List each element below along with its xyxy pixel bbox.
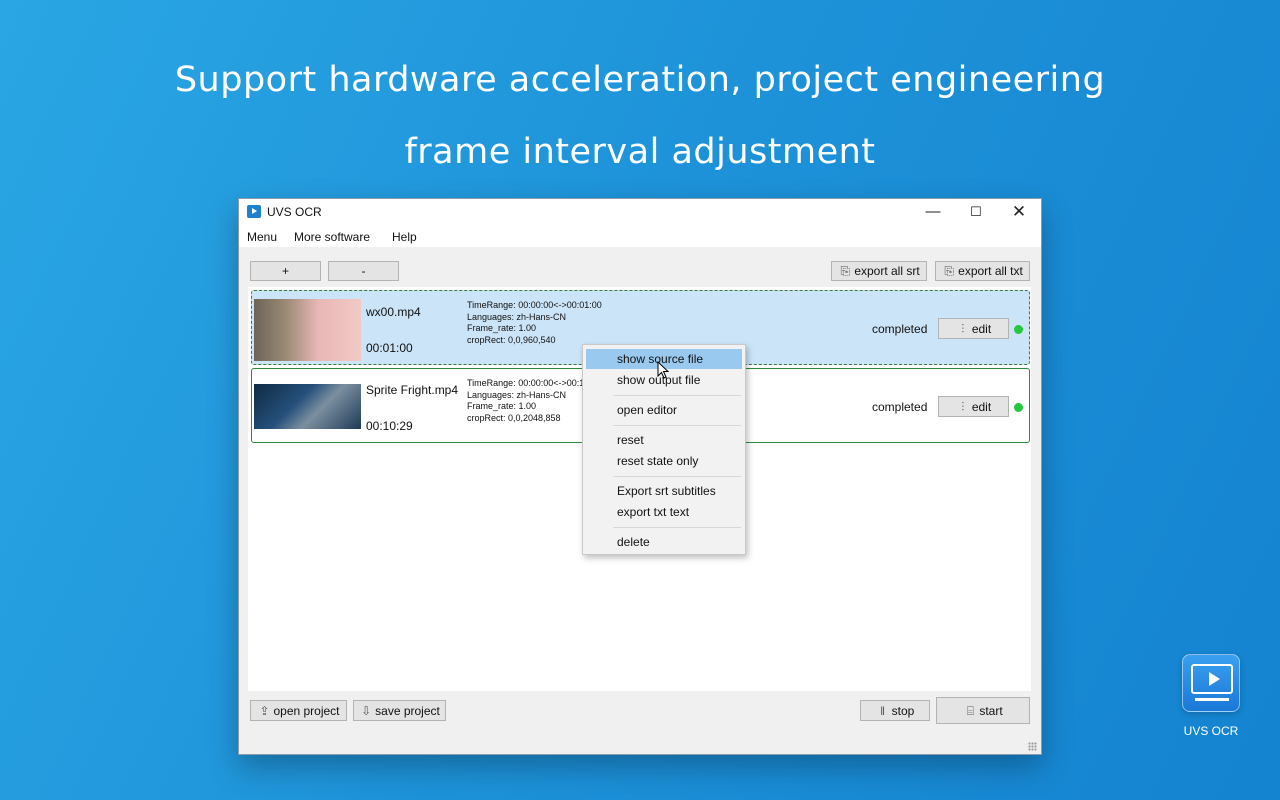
export-icon: ⎘ (840, 264, 851, 278)
save-project-button[interactable]: ⇩ save project (353, 700, 446, 721)
time-range: TimeRange: 00:00:00<->00:1 (467, 378, 585, 388)
play-screen-icon (1191, 664, 1233, 694)
menu-item-delete[interactable]: delete (586, 532, 742, 552)
menu-item-menu[interactable]: Menu (247, 230, 277, 244)
frame-rate: Frame_rate: 1.00 (467, 323, 537, 333)
title-bar[interactable]: UVS OCR — ☐ ✕ (239, 199, 1041, 227)
remove-label: - (361, 264, 366, 278)
open-project-icon: ⇪ (259, 703, 270, 718)
video-thumbnail (254, 299, 361, 361)
export-icon: ⎘ (944, 264, 954, 278)
edit-button[interactable]: ⫶ edit (938, 318, 1009, 339)
pause-icon: ‖ (880, 703, 886, 718)
minimize-button[interactable]: — (911, 199, 955, 227)
add-label: + (281, 264, 289, 278)
menu-bar: Menu More software Help (239, 227, 1041, 247)
edit-label: edit (971, 321, 992, 336)
status-text: completed (872, 322, 928, 336)
menu-item-help[interactable]: Help (392, 230, 417, 244)
app-logo-icon (247, 205, 261, 218)
open-project-button[interactable]: ⇪ open project (250, 700, 347, 721)
status-text: completed (872, 400, 928, 414)
menu-item-export-srt-subtitles[interactable]: Export srt subtitles (586, 481, 742, 501)
languages: Languages: zh-Hans-CN (467, 389, 567, 400)
menu-separator (613, 425, 741, 426)
languages: Languages: zh-Hans-CN (467, 311, 567, 322)
file-name: Sprite Fright.mp4 (366, 383, 459, 397)
export-all-srt-label: export all srt (854, 264, 920, 278)
export-all-srt-button[interactable]: ⎘ export all srt (831, 261, 927, 281)
frame-rate: Frame_rate: 1.00 (467, 401, 537, 411)
open-project-label: open project (273, 703, 340, 718)
crop-rect: cropRect: 0,0,2048,858 (467, 412, 561, 423)
resize-grip[interactable] (1028, 742, 1037, 751)
maximize-button[interactable]: ☐ (954, 199, 998, 227)
save-project-label: save project (375, 703, 440, 718)
mouse-cursor-icon (657, 361, 669, 379)
export-all-txt-button[interactable]: ⎘ export all txt (935, 261, 1030, 281)
icon-bar (1195, 698, 1229, 701)
start-button[interactable]: ⌸ start (936, 697, 1030, 724)
add-file-button[interactable]: + (250, 261, 321, 281)
file-duration: 00:01:00 (366, 341, 413, 355)
close-button[interactable]: ✕ (997, 199, 1041, 227)
video-thumbnail (254, 384, 361, 429)
menu-item-more-software[interactable]: More software (294, 230, 370, 244)
time-range: TimeRange: 00:00:00<->00:01:00 (467, 300, 602, 310)
file-meta: TimeRange: 00:00:00<->00:1 Languages: zh… (467, 378, 584, 424)
scan-icon: ⌸ (966, 703, 974, 718)
sliders-icon: ⫶ (961, 399, 965, 414)
sliders-icon: ⫶ (961, 321, 965, 336)
menu-separator (613, 395, 741, 396)
status-dot (1014, 403, 1023, 412)
file-meta: TimeRange: 00:00:00<->00:01:00 Languages… (467, 300, 602, 346)
window-title: UVS OCR (267, 205, 322, 219)
headline-line-2: frame interval adjustment (404, 132, 876, 172)
menu-separator (613, 527, 741, 528)
stop-label: stop (891, 703, 915, 718)
status-dot (1014, 325, 1023, 334)
edit-button[interactable]: ⫶ edit (938, 396, 1009, 417)
edit-label: edit (971, 399, 992, 414)
menu-separator (613, 476, 741, 477)
file-name: wx00.mp4 (366, 305, 421, 319)
stop-button[interactable]: ‖ stop (860, 700, 930, 721)
save-project-icon: ⇩ (361, 703, 372, 718)
export-all-txt-label: export all txt (958, 264, 1023, 278)
remove-file-button[interactable]: - (328, 261, 399, 281)
file-duration: 00:10:29 (366, 419, 413, 433)
headline-line-1: Support hardware acceleration, project e… (174, 60, 1106, 100)
start-label: start (979, 703, 1003, 718)
menu-item-open-editor[interactable]: open editor (586, 400, 742, 420)
app-icon-label: UVS OCR (1183, 724, 1239, 738)
menu-item-export-txt-text[interactable]: export txt text (586, 502, 742, 522)
menu-item-reset[interactable]: reset (586, 430, 742, 450)
uvs-ocr-app-icon[interactable] (1182, 654, 1240, 712)
menu-item-reset-state-only[interactable]: reset state only (586, 451, 742, 471)
